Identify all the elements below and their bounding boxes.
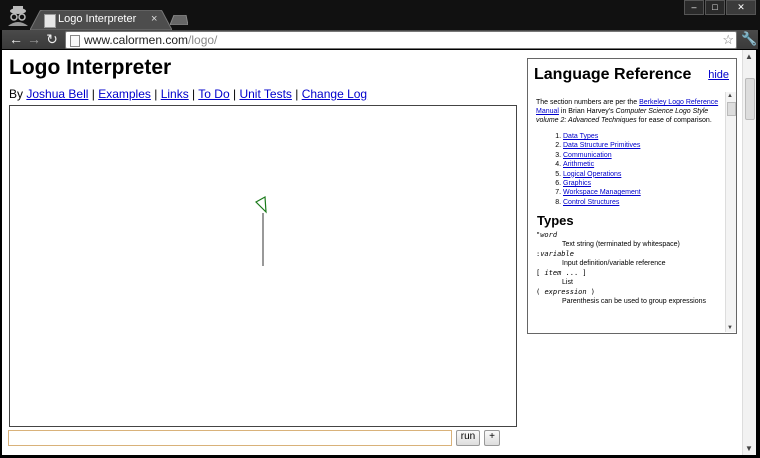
link-examples[interactable]: Examples (98, 87, 151, 101)
url-host: www.calormen.com (84, 33, 189, 47)
turtle-drawing (255, 196, 267, 266)
hide-reference-link[interactable]: hide (708, 69, 729, 81)
types-heading: Types (537, 213, 574, 229)
reference-title: Language Reference (534, 66, 692, 83)
reference-intro: The section numbers are per the Berkeley… (536, 98, 722, 125)
scroll-down-icon[interactable]: ▼ (727, 325, 733, 331)
separator: | (88, 87, 99, 101)
incognito-icon (8, 6, 28, 26)
type-desc: Text string (terminated by whitespace) (562, 241, 680, 249)
address-bar[interactable]: www.calormen.com/logo/ ☆ (65, 31, 737, 49)
section-link[interactable]: Logical Operations (563, 171, 621, 178)
section-link[interactable]: Control Structures (563, 199, 619, 206)
address-url: www.calormen.com/logo/ (84, 33, 217, 47)
link-todo[interactable]: To Do (198, 87, 229, 101)
type-desc: Parenthesis can be used to group express… (562, 298, 706, 306)
url-path: /logo/ (188, 33, 218, 47)
intro-text: The section numbers are per the (536, 99, 640, 106)
scroll-down-icon[interactable]: ▼ (745, 444, 753, 453)
intro-text: for ease of comparison. (636, 117, 712, 124)
link-unit-tests[interactable]: Unit Tests (239, 87, 291, 101)
scroll-thumb[interactable] (745, 78, 755, 120)
section-item: Logical Operations (563, 170, 722, 179)
by-label: By (9, 87, 24, 101)
tab-close-icon[interactable]: × (151, 13, 157, 25)
type-term: "word (536, 231, 558, 240)
section-item: Communication (563, 151, 722, 160)
expand-button[interactable]: + (484, 430, 500, 446)
section-link[interactable]: Arithmetic (563, 161, 594, 168)
maximize-icon[interactable]: □ (705, 0, 725, 15)
link-links[interactable]: Links (161, 87, 189, 101)
section-list: Data Types Data Structure Primitives Com… (536, 132, 722, 207)
nav-links: By Joshua Bell | Examples | Links | To D… (9, 87, 367, 101)
scroll-up-icon[interactable]: ▲ (745, 52, 753, 61)
section-item: Arithmetic (563, 160, 722, 169)
type-desc: List (562, 279, 573, 287)
language-reference-panel: Language Reference hide The section numb… (527, 58, 737, 334)
separator: | (229, 87, 240, 101)
reference-body: The section numbers are per the Berkeley… (528, 92, 736, 332)
tab-title: Logo Interpreter (58, 13, 137, 25)
section-item: Workspace Management (563, 188, 722, 197)
close-icon[interactable]: ✕ (726, 0, 756, 15)
section-item: Data Structure Primitives (563, 141, 722, 150)
section-item: Graphics (563, 179, 722, 188)
type-term: [ item ... ] (536, 269, 587, 278)
scroll-thumb[interactable] (727, 102, 736, 116)
type-term: ( expression ) (536, 288, 596, 297)
bookmark-star-icon[interactable]: ☆ (722, 32, 734, 48)
page-viewport: Logo Interpreter By Joshua Bell | Exampl… (2, 50, 756, 455)
type-term: :variable (536, 250, 574, 259)
window-controls: – □ ✕ (683, 0, 756, 15)
forward-arrow-icon[interactable]: → (26, 31, 42, 47)
wrench-menu-icon[interactable]: 🔧 (741, 31, 757, 47)
reference-content: The section numbers are per the Berkeley… (536, 98, 722, 307)
section-link[interactable]: Data Structure Primitives (563, 142, 640, 149)
intro-text: in Brian Harvey's (558, 108, 616, 115)
link-author[interactable]: Joshua Bell (26, 87, 88, 101)
reference-scrollbar[interactable]: ▲ ▼ (725, 92, 736, 332)
page-title: Logo Interpreter (9, 56, 172, 79)
browser-toolbar: ← → ↻ www.calormen.com/logo/ ☆ 🔧 (2, 30, 758, 49)
section-item: Data Types (563, 132, 722, 141)
section-link[interactable]: Data Types (563, 133, 598, 140)
run-button[interactable]: run (456, 430, 480, 446)
scroll-up-icon[interactable]: ▲ (727, 93, 733, 99)
page-scrollbar[interactable]: ▲ ▼ (742, 50, 756, 455)
new-tab-button[interactable] (170, 15, 188, 25)
turtle-canvas[interactable] (9, 105, 517, 427)
separator: | (150, 87, 161, 101)
section-link[interactable]: Workspace Management (563, 189, 641, 196)
window-titlebar: Logo Interpreter × – □ ✕ (0, 0, 760, 30)
page-icon (70, 35, 80, 47)
command-input[interactable] (8, 430, 452, 446)
section-link[interactable]: Graphics (563, 180, 591, 187)
section-item: Control Structures (563, 198, 722, 207)
minimize-icon[interactable]: – (684, 0, 704, 15)
link-change-log[interactable]: Change Log (302, 87, 367, 101)
reload-icon[interactable]: ↻ (44, 31, 60, 47)
turtle-icon (255, 196, 267, 214)
section-link[interactable]: Communication (563, 152, 612, 159)
back-arrow-icon[interactable]: ← (8, 31, 24, 47)
separator: | (188, 87, 199, 101)
type-desc: Input definition/variable reference (562, 260, 666, 268)
page-favicon-icon (44, 14, 56, 28)
separator: | (291, 87, 302, 101)
